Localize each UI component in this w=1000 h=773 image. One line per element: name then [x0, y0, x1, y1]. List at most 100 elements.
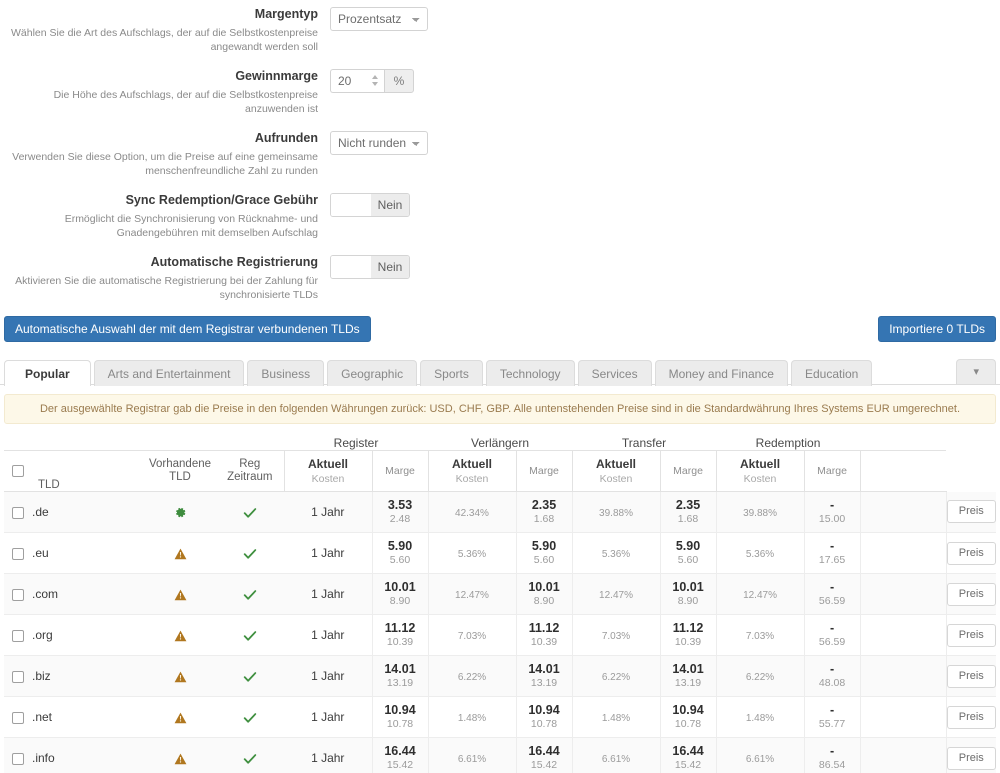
tab-arts-and-entertainment[interactable]: Arts and Entertainment — [94, 360, 245, 386]
tab-technology[interactable]: Technology — [486, 360, 575, 386]
sync-redemption-toggle[interactable]: Nein — [330, 193, 410, 217]
import-tlds-button[interactable]: Importiere 0 TLDs — [878, 316, 996, 342]
row-checkbox[interactable] — [12, 548, 24, 560]
price-button[interactable]: Preis — [947, 665, 996, 688]
register-price: 14.01 — [373, 662, 428, 676]
table-row[interactable]: .de1 Jahr3.532.4842.34%2.351.6839.88%2.3… — [4, 492, 996, 533]
row-checkbox[interactable] — [12, 671, 24, 683]
table-row[interactable]: .org1 Jahr11.1210.397.03%11.1210.397.03%… — [4, 615, 996, 656]
form-row-margentyp: Margentyp Wählen Sie die Art des Aufschl… — [0, 6, 1000, 54]
warning-triangle-icon — [174, 753, 187, 765]
register-price: 11.12 — [373, 621, 428, 635]
column-header-renew-margin: Marge — [516, 451, 572, 492]
register-margin: 42.34% — [455, 508, 489, 519]
cell-row-checkbox — [4, 574, 32, 615]
price-button[interactable]: Preis — [947, 542, 996, 565]
register-margin: 7.03% — [458, 631, 486, 642]
tab-business[interactable]: Business — [247, 360, 324, 386]
cell-register-price: 16.4415.42 — [372, 738, 428, 773]
cell-redemption-price: -17.65 — [804, 533, 860, 574]
cell-redemption-price: -55.77 — [804, 697, 860, 738]
register-cost: 8.90 — [373, 595, 428, 608]
auto-registration-toggle[interactable]: Nein — [330, 255, 410, 279]
table-row[interactable]: .info1 Jahr16.4415.426.61%16.4415.426.61… — [4, 738, 996, 773]
cell-redemption-price: -15.00 — [804, 492, 860, 533]
cell-row-checkbox — [4, 697, 32, 738]
tab-popular[interactable]: Popular — [4, 360, 91, 386]
tab-money-and-finance[interactable]: Money and Finance — [655, 360, 788, 386]
register-margin: 6.22% — [458, 672, 486, 683]
aufrunden-select[interactable]: Nicht runden — [330, 131, 428, 155]
transfer-current-label: Aktuell — [596, 457, 636, 471]
tab-services[interactable]: Services — [578, 360, 652, 386]
redemption-cost-label: Kosten — [717, 473, 804, 485]
sync-redemption-help: Ermöglicht die Synchronisierung von Rück… — [0, 212, 318, 240]
price-button[interactable]: Preis — [947, 624, 996, 647]
cell-register-price: 10.9410.78 — [372, 697, 428, 738]
table-row[interactable]: .com1 Jahr10.018.9012.47%10.018.9012.47%… — [4, 574, 996, 615]
register-cost: 13.19 — [373, 677, 428, 690]
redemption-price: - — [805, 498, 860, 512]
renew-margin: 6.22% — [602, 672, 630, 683]
cell-redemption-margin — [860, 615, 946, 656]
cell-row-action: Preis — [946, 738, 996, 773]
cell-transfer-price: 5.905.60 — [660, 533, 716, 574]
gewinnmarge-label: Gewinnmarge — [0, 68, 318, 85]
row-checkbox[interactable] — [12, 753, 24, 765]
tld-table-body: .de1 Jahr3.532.4842.34%2.351.6839.88%2.3… — [4, 492, 996, 773]
check-icon — [243, 712, 257, 724]
cell-status-icon — [144, 738, 216, 773]
cell-transfer-margin: 12.47% — [716, 574, 804, 615]
transfer-cost: 13.19 — [661, 677, 716, 690]
group-header-spacer — [4, 436, 284, 451]
transfer-cost: 15.42 — [661, 759, 716, 772]
pricing-settings-form: Margentyp Wählen Sie die Art des Aufschl… — [0, 0, 1000, 302]
tab-geographic[interactable]: Geographic — [327, 360, 417, 386]
renew-price: 16.44 — [517, 744, 572, 758]
price-button[interactable]: Preis — [947, 500, 996, 523]
cell-register-margin: 6.22% — [428, 656, 516, 697]
tab-sports[interactable]: Sports — [420, 360, 483, 386]
cell-renew-price: 10.018.90 — [516, 574, 572, 615]
renew-margin: 7.03% — [602, 631, 630, 642]
cell-status-icon — [144, 574, 216, 615]
tabs-overflow-button[interactable]: ▾ — [956, 359, 996, 384]
register-price: 3.53 — [373, 498, 428, 512]
reg-period-value: 1 Jahr — [311, 669, 344, 683]
table-row[interactable]: .eu1 Jahr5.905.605.36%5.905.605.36%5.905… — [4, 533, 996, 574]
cell-available-icon — [216, 615, 284, 656]
row-checkbox[interactable] — [12, 589, 24, 601]
tab-education[interactable]: Education — [791, 360, 872, 386]
row-checkbox[interactable] — [12, 630, 24, 642]
cell-renew-margin: 6.22% — [572, 656, 660, 697]
renew-price: 2.35 — [517, 498, 572, 512]
table-row[interactable]: .net1 Jahr10.9410.781.48%10.9410.781.48%… — [4, 697, 996, 738]
cell-reg-period: 1 Jahr — [284, 574, 372, 615]
cell-tld: .de — [32, 492, 144, 533]
cell-transfer-price: 10.018.90 — [660, 574, 716, 615]
price-button[interactable]: Preis — [947, 583, 996, 606]
cell-status-icon — [144, 492, 216, 533]
cell-reg-period: 1 Jahr — [284, 492, 372, 533]
redemption-price: - — [805, 580, 860, 594]
cell-transfer-margin: 5.36% — [716, 533, 804, 574]
register-margin: 1.48% — [458, 713, 486, 724]
table-row[interactable]: .biz1 Jahr14.0113.196.22%14.0113.196.22%… — [4, 656, 996, 697]
margentyp-select[interactable]: Prozentsatz — [330, 7, 428, 31]
row-checkbox[interactable] — [12, 712, 24, 724]
cell-row-checkbox — [4, 533, 32, 574]
row-checkbox[interactable] — [12, 507, 24, 519]
gewinnmarge-input[interactable] — [330, 69, 384, 93]
price-button[interactable]: Preis — [947, 747, 996, 770]
select-all-checkbox[interactable] — [12, 465, 24, 477]
auto-select-tlds-button[interactable]: Automatische Auswahl der mit dem Registr… — [4, 316, 371, 342]
cell-renew-margin: 5.36% — [572, 533, 660, 574]
form-row-gewinnmarge: Gewinnmarge Die Höhe des Aufschlags, der… — [0, 68, 1000, 116]
gear-icon — [174, 506, 187, 519]
column-header-transfer-margin: Marge — [660, 451, 716, 492]
check-icon — [243, 507, 257, 519]
cell-row-checkbox — [4, 656, 32, 697]
cell-redemption-margin — [860, 533, 946, 574]
price-button[interactable]: Preis — [947, 706, 996, 729]
cell-register-price: 3.532.48 — [372, 492, 428, 533]
